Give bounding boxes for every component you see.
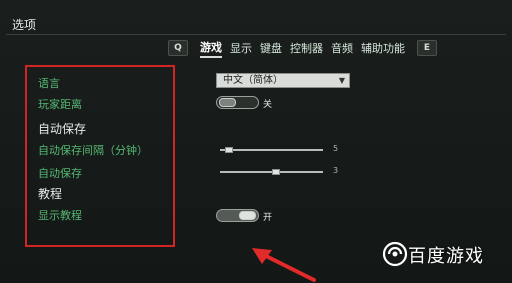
options-panel: 选项 Q 游戏 显示 键盘 控制器 音频 辅助功能 E 语言 玩家距离 自动保存… bbox=[0, 0, 512, 283]
autosave-count-value: 3 bbox=[333, 166, 339, 175]
toggle-knob bbox=[239, 211, 256, 220]
language-select-value: 中文（简体） bbox=[223, 75, 283, 86]
autosave-interval-value: 5 bbox=[333, 144, 339, 153]
tab-bar: Q 游戏 显示 键盘 控制器 音频 辅助功能 E bbox=[168, 39, 437, 58]
show-tutorial-toggle-text: 开 bbox=[263, 213, 273, 223]
title-bar: 选项 bbox=[0, 12, 512, 36]
highlight-box bbox=[25, 65, 175, 247]
dropdown-arrow-icon: ▼ bbox=[338, 76, 345, 85]
tab-accessibility[interactable]: 辅助功能 bbox=[361, 40, 405, 56]
player-distance-toggle-text: 关 bbox=[263, 100, 273, 110]
toggle-knob bbox=[219, 98, 236, 107]
autosave-interval-slider-thumb[interactable] bbox=[224, 147, 233, 153]
annotation-arrow-icon bbox=[252, 248, 316, 282]
player-distance-toggle[interactable] bbox=[216, 96, 259, 109]
tab-display[interactable]: 显示 bbox=[230, 40, 252, 56]
tab-keyboard[interactable]: 键盘 bbox=[260, 40, 282, 56]
window-title: 选项 bbox=[12, 18, 37, 32]
show-tutorial-toggle[interactable] bbox=[216, 209, 259, 222]
tab-controller[interactable]: 控制器 bbox=[290, 40, 323, 56]
autosave-count-slider-thumb[interactable] bbox=[272, 169, 281, 175]
language-select[interactable]: 中文（简体） ▼ bbox=[216, 73, 350, 88]
next-tab-key-hint[interactable]: E bbox=[417, 40, 437, 56]
prev-tab-key-hint[interactable]: Q bbox=[168, 40, 188, 56]
title-divider bbox=[6, 34, 506, 35]
watermark-text: 百度游戏 bbox=[408, 246, 484, 267]
tab-game[interactable]: 游戏 bbox=[200, 39, 222, 58]
autosave-interval-slider-track[interactable] bbox=[220, 149, 323, 151]
tab-audio[interactable]: 音频 bbox=[331, 40, 353, 56]
